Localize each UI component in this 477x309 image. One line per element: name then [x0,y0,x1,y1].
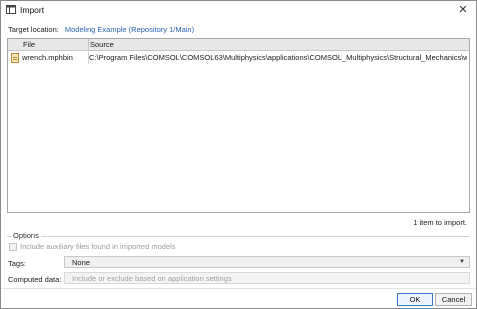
title-bar[interactable]: Import ✕ [1,1,476,19]
computed-data-select[interactable]: Include or exclude based on application … [64,272,470,284]
include-auxiliary-label: Include auxiliary files found in importe… [20,242,176,251]
footer-divider [1,288,476,289]
table-row[interactable]: wrench.mphbin C:\Program Files\COMSOL\CO… [8,52,469,64]
chevron-down-icon: ▼ [459,259,465,265]
tags-select-value: None [72,258,90,267]
options-divider [7,236,470,237]
import-dialog-icon [6,5,16,14]
ok-button[interactable]: OK [397,293,433,306]
mph-file-icon [11,53,19,63]
column-header-source[interactable]: Source [90,39,114,51]
source-cell: C:\Program Files\COMSOL\COMSOL63\Multiph… [89,53,467,62]
target-location-link[interactable]: Modeling Example (Repository 1/Main) [65,25,194,34]
close-icon: ✕ [458,4,468,16]
include-auxiliary-checkbox[interactable] [9,243,17,251]
options-group: Options Include auxiliary files found in… [7,231,470,257]
tags-label: Tags: [8,259,26,268]
close-button[interactable]: ✕ [450,1,476,19]
options-title: Options [11,231,41,240]
computed-data-value: Include or exclude based on application … [72,274,232,283]
import-count: 1 item to import. [413,218,467,227]
import-dialog: Import ✕ Target location: Modeling Exampl… [0,0,477,309]
import-file-table[interactable]: File Source wrench.mphbin C:\Program Fil… [7,38,470,213]
target-location: Target location: Modeling Example (Reposi… [8,25,194,35]
dialog-title: Import [20,5,45,15]
table-header: File Source [8,39,469,51]
column-header-file[interactable]: File [23,39,35,51]
computed-data-label: Computed data: [8,275,62,284]
column-divider[interactable] [88,39,89,51]
file-cell: wrench.mphbin [22,53,73,62]
tags-select[interactable]: None ▼ [64,256,470,268]
target-location-label: Target location: [8,25,59,34]
cancel-button[interactable]: Cancel [435,293,472,306]
